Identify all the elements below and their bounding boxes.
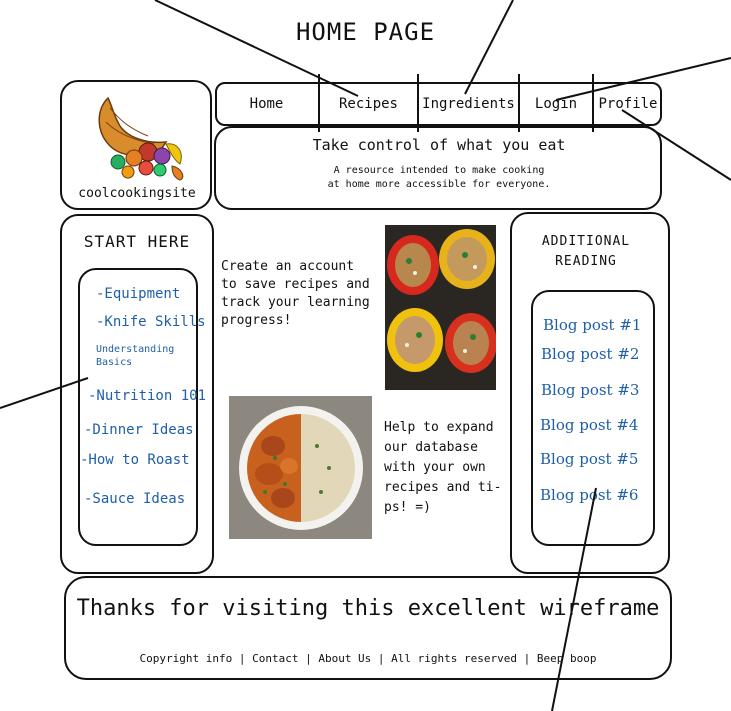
- nav-login[interactable]: Login: [520, 82, 592, 126]
- nav-profile[interactable]: Profile: [594, 82, 662, 126]
- tagline-sub: A resource intended to make cooking at h…: [216, 164, 662, 192]
- logo-text: coolcookingsite: [78, 186, 196, 201]
- blog-link-2[interactable]: Blog post #2: [541, 345, 639, 363]
- start-link-dinner-ideas[interactable]: -Dinner Ideas: [84, 422, 194, 438]
- start-link-equipment[interactable]: -Equipment: [96, 286, 180, 302]
- blog-link-1[interactable]: Blog post #1: [543, 316, 641, 334]
- stuffed-peppers-photo: [385, 225, 496, 390]
- blog-link-6[interactable]: Blog post #6: [540, 486, 638, 504]
- tagline-sub-line-2: at home more accessible for everyone.: [327, 179, 551, 190]
- nav-ingredients[interactable]: Ingredients: [419, 82, 518, 126]
- pointer-line-ingredients: [464, 0, 514, 95]
- footer-thanks: Thanks for visiting this excellent wiref…: [76, 596, 660, 621]
- start-link-sauce-ideas[interactable]: -Sauce Ideas: [84, 491, 185, 507]
- blog-link-3[interactable]: Blog post #3: [541, 381, 639, 399]
- help-text: Help to expand our database with your ow…: [384, 420, 502, 515]
- footer-copyright: Copyright info | Contact | About Us | Al…: [139, 652, 597, 665]
- blog-link-5[interactable]: Blog post #5: [540, 450, 638, 468]
- cornucopia-icon: [88, 88, 188, 184]
- start-link-understanding-basics[interactable]: Understanding Basics: [96, 343, 190, 369]
- start-here-title: START HERE: [83, 232, 191, 251]
- start-link-nutrition[interactable]: -Nutrition 101: [88, 388, 206, 404]
- nav-recipes[interactable]: Recipes: [320, 82, 417, 126]
- curry-rice-photo: [229, 396, 372, 539]
- start-link-how-to-roast[interactable]: -How to Roast: [80, 452, 190, 468]
- additional-reading-title: ADDITIONAL READING: [541, 234, 631, 269]
- nav-home[interactable]: Home: [215, 82, 318, 126]
- tagline-sub-line-1: A resource intended to make cooking: [333, 165, 545, 176]
- intro-text: Create an account to save recipes and tr…: [221, 259, 370, 328]
- start-link-knife-skills[interactable]: -Knife Skills: [96, 314, 206, 330]
- page-title: HOME PAGE: [295, 18, 436, 46]
- tagline: Take control of what you eat: [312, 136, 566, 154]
- blog-link-4[interactable]: Blog post #4: [540, 416, 638, 434]
